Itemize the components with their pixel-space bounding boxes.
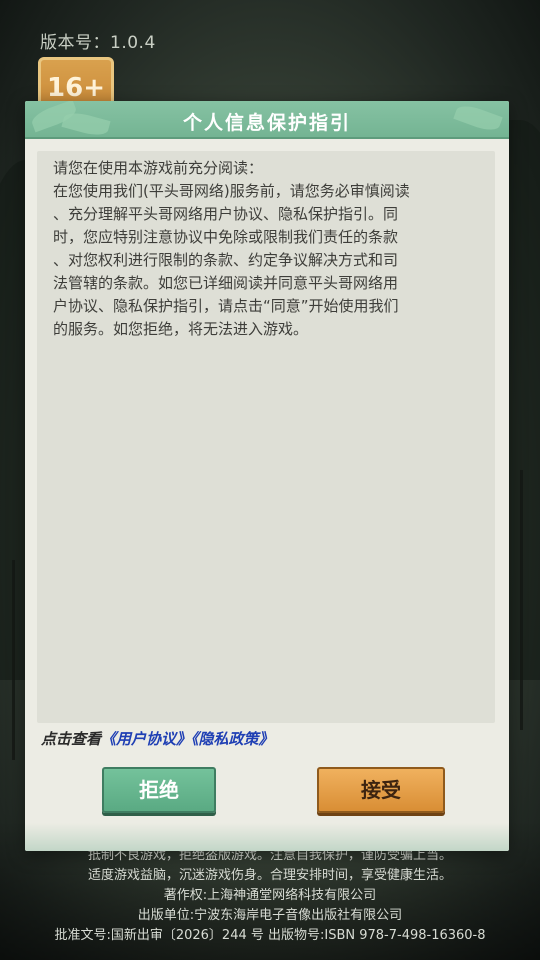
agreement-text-line: 法管辖的条款。如您已详细阅读并同意平头哥网络用 (53, 274, 399, 292)
dialog-header: 个人信息保护指引 (25, 101, 509, 139)
privacy-policy-link[interactable]: 《隐私政策》 (191, 730, 274, 748)
agreement-text-line: 在您使用我们(平头哥网络)服务前，请您务必审慎阅读 (53, 182, 410, 200)
agreement-text-line: 户协议、隐私保护指引，请点击“同意”开始使用我们 (53, 297, 399, 315)
background-fence (12, 560, 15, 760)
dialog-bottom-decoration (25, 823, 509, 851)
agreement-text-line: 、对您权利进行限制的条款、约定争议解决方式和司 (53, 251, 399, 269)
footer-health-notice-2: 适度游戏益脑，沉迷游戏伤身。合理安排时间，享受健康生活。 (87, 868, 452, 883)
user-agreement-link[interactable]: 《用户协议》 (101, 730, 191, 748)
game-launch-screen: 版本号：1.0.4 16+ 抵制不良游戏，拒绝盗版游戏。注意自我保护，谨防受骗上… (0, 0, 540, 960)
agreement-text-line: 、充分理解平头哥网络用户协议、隐私保护指引。同 (53, 205, 399, 223)
version-label: 版本号：1.0.4 (40, 33, 156, 53)
agreement-text-line: 的服务。如您拒绝，将无法进入游戏。 (53, 320, 309, 338)
footer-approval-number: 批准文号:国新出审〔2026〕244 号 出版物号:ISBN 978-7-498… (54, 928, 486, 943)
agreement-text-line: 时，您应特别注意协议中免除或限制我们责任的条款 (53, 228, 399, 246)
policy-links-prefix: 点击查看 (41, 730, 102, 748)
footer-copyright: 著作权:上海神通堂网络科技有限公司 (163, 888, 377, 903)
privacy-dialog: 个人信息保护指引 请您在使用本游戏前充分阅读： 在您使用我们(平头哥网络)服务前… (25, 101, 509, 851)
agreement-text-line: 请您在使用本游戏前充分阅读： (53, 159, 264, 177)
policy-links-row: 点击查看《用户协议》《隐私政策》 (41, 728, 274, 749)
dialog-title: 个人信息保护指引 (182, 112, 351, 134)
background-fence (520, 470, 523, 730)
accept-button[interactable]: 接受 (317, 767, 445, 813)
agreement-text-box[interactable]: 请您在使用本游戏前充分阅读： 在您使用我们(平头哥网络)服务前，请您务必审慎阅读… (37, 151, 495, 723)
reject-button[interactable]: 拒绝 (102, 767, 216, 813)
footer-publisher: 出版单位:宁波东海岸电子音像出版社有限公司 (137, 908, 403, 923)
